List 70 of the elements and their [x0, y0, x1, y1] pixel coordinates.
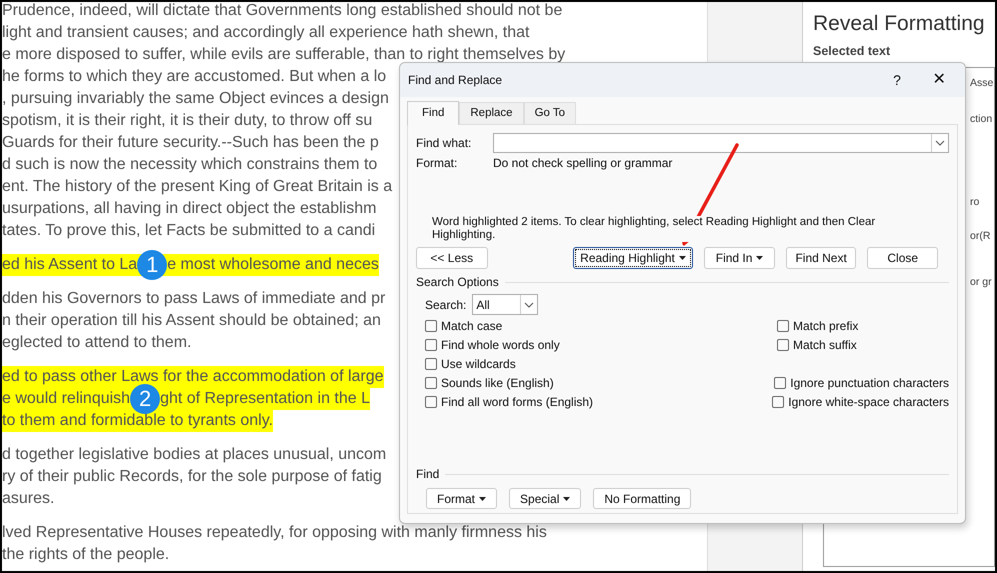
- checkbox-option[interactable]: Find whole words only: [425, 335, 777, 354]
- caret-icon: [678, 256, 686, 260]
- caret-icon: [756, 256, 764, 260]
- document-text: asures.: [2, 489, 54, 509]
- document-text: eglected to attend to them.: [2, 333, 192, 353]
- chevron-down-icon: [524, 302, 534, 308]
- field-label: Format:: [416, 155, 458, 172]
- caret-icon: [479, 496, 486, 500]
- highlighted-text: e most wholesome and neces: [167, 254, 379, 276]
- checkbox-option[interactable]: Ignore white-space characters: [772, 392, 949, 411]
- help-button[interactable]: ?: [877, 70, 917, 90]
- document-text: tates. To prove this, let Facts be submitted to a candi: [2, 221, 376, 241]
- pane-text: ction: [970, 112, 992, 126]
- find-what-field[interactable]: [493, 133, 949, 153]
- document-text: d such is now the necessity which constrains them to: [2, 155, 378, 175]
- dialog-title: Find and Replace: [408, 72, 504, 89]
- checkbox-option[interactable]: Sounds like (English): [425, 373, 774, 392]
- dialog-button[interactable]: Find In: [704, 247, 775, 269]
- dialog-button[interactable]: No Formatting: [593, 488, 692, 509]
- less-button[interactable]: << Less: [416, 247, 488, 269]
- document-text: n their operation till his Assent should be obtained; an: [2, 311, 381, 331]
- document-text: usurpations, all having in direct object the establishm: [2, 199, 376, 219]
- pane-text: ro: [970, 195, 980, 210]
- document-text: light and transient causes; and accordingly all experience hath shewn, that: [2, 23, 530, 43]
- highlighted-text: ed to pass other Laws for the accommodation of large: [2, 366, 384, 388]
- highlighted-text: to them and formidable to tyrants only.: [2, 410, 273, 432]
- section-heading: Search Options: [416, 274, 499, 291]
- dialog-button[interactable]: Format: [426, 488, 498, 509]
- tab[interactable]: Go To: [524, 102, 576, 124]
- document-text: dden his Governors to pass Laws of immediate and pr: [2, 289, 386, 309]
- document-text: he forms to which they are accustomed. But when a lo: [2, 67, 386, 87]
- document-text: , pursuing invariably the same Object evinces a design: [2, 89, 389, 109]
- document-text: spotism, it is their right, it is their duty, to throw off su: [2, 111, 372, 131]
- chevron-down-icon: [935, 140, 945, 146]
- pane-title: Reveal Formatting: [813, 11, 986, 37]
- tab[interactable]: Find: [407, 101, 460, 125]
- caret-icon: [563, 496, 570, 500]
- document-text: e more disposed to suffer, while evils are sufferable, than to right themselves by: [2, 45, 566, 65]
- checkbox-option[interactable]: Find all word forms (English): [425, 392, 772, 411]
- close-button[interactable]: ✕: [917, 68, 961, 92]
- pane-text: or gr: [970, 274, 992, 290]
- document-text: ent. The history of the present King of Great Britain is a: [2, 177, 392, 197]
- section-heading: Find: [416, 466, 440, 483]
- checkbox-option[interactable]: Match suffix: [777, 335, 857, 354]
- step-badge: 1: [137, 250, 168, 280]
- dialog-button[interactable]: Special: [509, 488, 582, 509]
- dialog-button[interactable]: Close: [867, 247, 938, 269]
- checkbox-option[interactable]: Use wildcards: [425, 354, 777, 373]
- checkbox-option[interactable]: Ignore punctuation characters: [774, 373, 949, 392]
- format-value: Do not check spelling or grammar: [493, 155, 672, 172]
- checkbox-option[interactable]: Match case: [425, 316, 777, 335]
- document-text: Guards for their future security.--Such has been the p: [2, 133, 379, 153]
- pane-text: Asse: [970, 76, 994, 91]
- tab[interactable]: Replace: [459, 102, 524, 124]
- document-text: the rights of the people.: [2, 545, 170, 565]
- pane-subtitle: Selected text: [813, 43, 892, 60]
- search-dropdown[interactable]: All: [472, 294, 538, 315]
- document-text: lved Representative Houses repeatedly, for opposing with manly firmness his: [2, 523, 547, 543]
- highlighted-text: ed his Assent to La: [2, 254, 138, 276]
- document-text: d together legislative bodies at places unusual, uncom: [2, 445, 386, 465]
- checkbox-option[interactable]: Match prefix: [777, 316, 858, 335]
- field-label: Search:: [425, 296, 466, 314]
- document-text: Prudence, indeed, will dictate that Governments long established should not be: [2, 2, 562, 21]
- dialog-button[interactable]: Reading Highlight: [572, 247, 694, 269]
- highlighted-text: ght of Representation in the L: [160, 388, 370, 410]
- highlighted-text: e would relinquish: [2, 388, 130, 410]
- field-label: Find what:: [416, 135, 472, 152]
- pane-text: or(R: [970, 229, 990, 244]
- document-text: ry of their public Records, for the sole purpose of fatig: [2, 467, 382, 487]
- dialog-button[interactable]: Find Next: [786, 247, 856, 269]
